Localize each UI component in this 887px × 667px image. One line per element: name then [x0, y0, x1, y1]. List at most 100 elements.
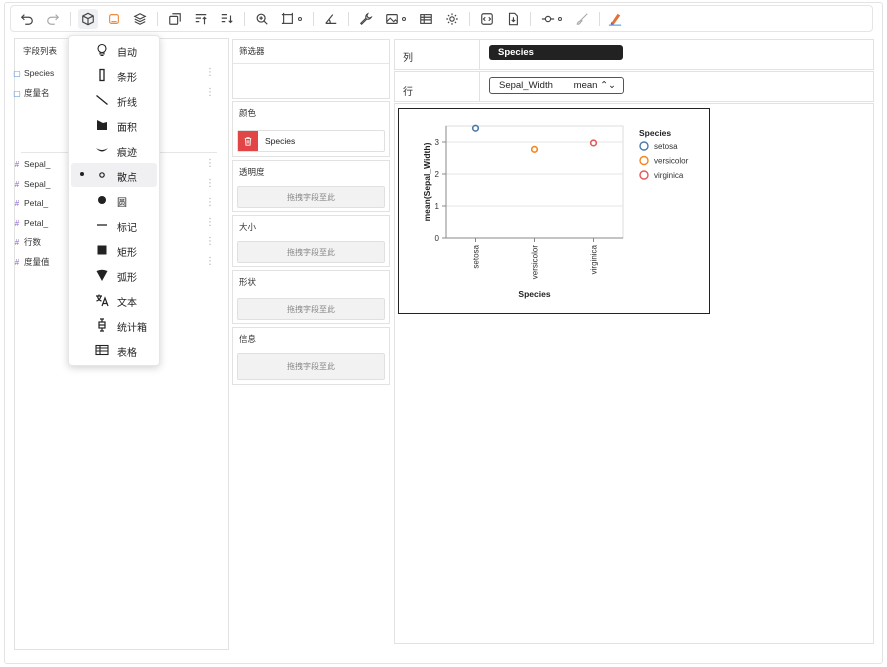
- measure-icon: #: [14, 179, 20, 189]
- menu-item-text[interactable]: 文本: [71, 288, 157, 312]
- legend-symbol-setosa: [639, 141, 649, 151]
- wrench-icon[interactable]: [356, 9, 376, 29]
- paint-icon[interactable]: [605, 9, 625, 29]
- table-icon[interactable]: [416, 9, 436, 29]
- field-menu-icon[interactable]: ⋮: [205, 257, 215, 267]
- scatter-chart: 0123mean(Sepal_Width)setosa versicolor vir…: [422, 124, 689, 299]
- legend-label-virginica: virginica: [654, 171, 684, 180]
- legend-label-setosa: setosa: [654, 142, 678, 151]
- menu-item-line[interactable]: 折线: [71, 88, 157, 112]
- connector-icon[interactable]: [538, 9, 562, 29]
- dimension-icon: ▢: [13, 88, 21, 98]
- shape-drop-zone[interactable]: 拖拽字段至此: [237, 298, 385, 320]
- area-icon: [95, 118, 109, 132]
- field-menu-icon[interactable]: ⋮: [205, 159, 215, 169]
- dimension-icon: ▢: [13, 68, 21, 78]
- redo-icon[interactable]: [43, 9, 63, 29]
- mark-cube-icon[interactable]: [78, 9, 98, 29]
- measure-icon: #: [14, 218, 20, 228]
- arc-icon: [95, 268, 109, 282]
- delete-icon[interactable]: [238, 131, 258, 151]
- zoom-icon[interactable]: [252, 9, 272, 29]
- menu-item-area[interactable]: 面积: [71, 113, 157, 137]
- field-item-sepal-width[interactable]: # Sepal_: [12, 176, 51, 192]
- menu-item-bar[interactable]: 条形: [71, 63, 157, 87]
- chart-container: 0 1 2 3 mean(Sepal_Width) setosa versicolor vir…: [398, 108, 710, 314]
- brush-icon[interactable]: [572, 9, 592, 29]
- opacity-drop-zone[interactable]: 拖拽字段至此: [237, 186, 385, 208]
- color-field-chip[interactable]: Species: [237, 130, 385, 152]
- details-drop-zone[interactable]: 拖拽字段至此: [237, 353, 385, 380]
- details-shelf[interactable]: 信息 拖拽字段至此: [232, 327, 390, 385]
- field-item-petal-width[interactable]: # Petal_: [12, 215, 48, 231]
- sort-desc-icon[interactable]: [217, 9, 237, 29]
- legend-symbol-versicolor: [639, 155, 649, 166]
- data-point-virginica: [589, 139, 598, 147]
- rows-field-label: Sepal_Width: [499, 80, 553, 91]
- menu-item-tick[interactable]: 标记: [71, 213, 157, 237]
- data-point-setosa: [471, 124, 480, 132]
- export-icon[interactable]: [503, 9, 523, 29]
- rows-field-pill[interactable]: Sepal_Width mean ⌃⌄: [489, 77, 624, 94]
- field-item-measure-values[interactable]: # 度量值: [12, 254, 50, 270]
- undo-icon[interactable]: [17, 9, 37, 29]
- columns-label: 列: [403, 53, 413, 64]
- measure-icon: #: [14, 159, 20, 169]
- field-menu-icon[interactable]: ⋮: [205, 198, 215, 208]
- filter-shelf[interactable]: 筛选器: [232, 39, 390, 99]
- aggregate-select[interactable]: mean ⌃⌄: [574, 78, 616, 93]
- shape-shelf[interactable]: 形状 拖拽字段至此: [232, 270, 390, 324]
- field-item-row-count[interactable]: # 行数: [12, 234, 41, 250]
- menu-item-circle[interactable]: 圆: [71, 188, 157, 212]
- data-point-versicolor: [530, 145, 539, 153]
- menu-item-arc[interactable]: 弧形: [71, 263, 157, 287]
- menu-item-rect[interactable]: 矩形: [71, 238, 157, 262]
- menu-item-point[interactable]: 散点: [71, 163, 157, 187]
- toolbar: [10, 5, 873, 32]
- size-mode-icon[interactable]: [278, 9, 302, 29]
- legend-label-versicolor: versicolor: [654, 157, 689, 166]
- field-item-measure-names[interactable]: ▢ 度量名: [12, 85, 49, 101]
- measure-icon: #: [14, 257, 20, 267]
- field-menu-icon[interactable]: ⋮: [205, 179, 215, 189]
- columns-field-pill[interactable]: Species: [489, 45, 623, 60]
- code-icon[interactable]: [477, 9, 497, 29]
- image-icon[interactable]: [382, 9, 406, 29]
- sort-asc-icon[interactable]: [191, 9, 211, 29]
- color-field-label: Species: [265, 136, 296, 146]
- circle-icon: [95, 193, 109, 207]
- field-item-petal-length[interactable]: # Petal_: [12, 195, 48, 211]
- field-menu-icon[interactable]: ⋮: [205, 237, 215, 247]
- field-menu-icon[interactable]: ⋮: [205, 218, 215, 228]
- layers-icon[interactable]: [130, 9, 150, 29]
- menu-item-trail[interactable]: 痕迹: [71, 138, 157, 162]
- x-tick-label: virginica: [590, 244, 599, 274]
- menu-item-table[interactable]: 表格: [71, 338, 157, 362]
- color-shelf[interactable]: 颜色 Species: [232, 101, 390, 157]
- axis-icon[interactable]: [321, 9, 341, 29]
- field-item-sepal-length[interactable]: # Sepal_: [12, 156, 51, 172]
- bar-icon: [95, 68, 109, 82]
- size-shelf[interactable]: 大小 拖拽字段至此: [232, 215, 390, 267]
- transpose-icon[interactable]: [165, 9, 185, 29]
- y-tick-label: 2: [435, 170, 440, 179]
- menu-item-auto[interactable]: 自动: [71, 38, 157, 62]
- field-item-species[interactable]: ▢ Species: [12, 65, 54, 81]
- filter-shelf-label: 筛选器: [239, 46, 265, 56]
- field-list-title: 字段列表: [23, 46, 58, 56]
- columns-shelf[interactable]: 列 Species: [394, 39, 874, 70]
- x-axis-title: Species: [518, 289, 550, 299]
- shape-shelf-label: 形状: [239, 277, 257, 287]
- size-drop-zone[interactable]: 拖拽字段至此: [237, 241, 385, 263]
- bulb-icon: [95, 43, 109, 57]
- table-icon: [95, 343, 109, 357]
- size-shelf-label: 大小: [239, 222, 257, 232]
- rows-shelf[interactable]: 行 Sepal_Width mean ⌃⌄: [394, 71, 874, 102]
- field-menu-icon[interactable]: ⋮: [205, 68, 215, 78]
- field-menu-icon[interactable]: ⋮: [205, 88, 215, 98]
- opacity-shelf[interactable]: 透明度 拖拽字段至此: [232, 160, 390, 212]
- legend-symbol-virginica: [639, 170, 649, 180]
- menu-item-boxplot[interactable]: 统计箱: [71, 313, 157, 337]
- settings-icon[interactable]: [442, 9, 462, 29]
- layout-icon[interactable]: [104, 9, 124, 29]
